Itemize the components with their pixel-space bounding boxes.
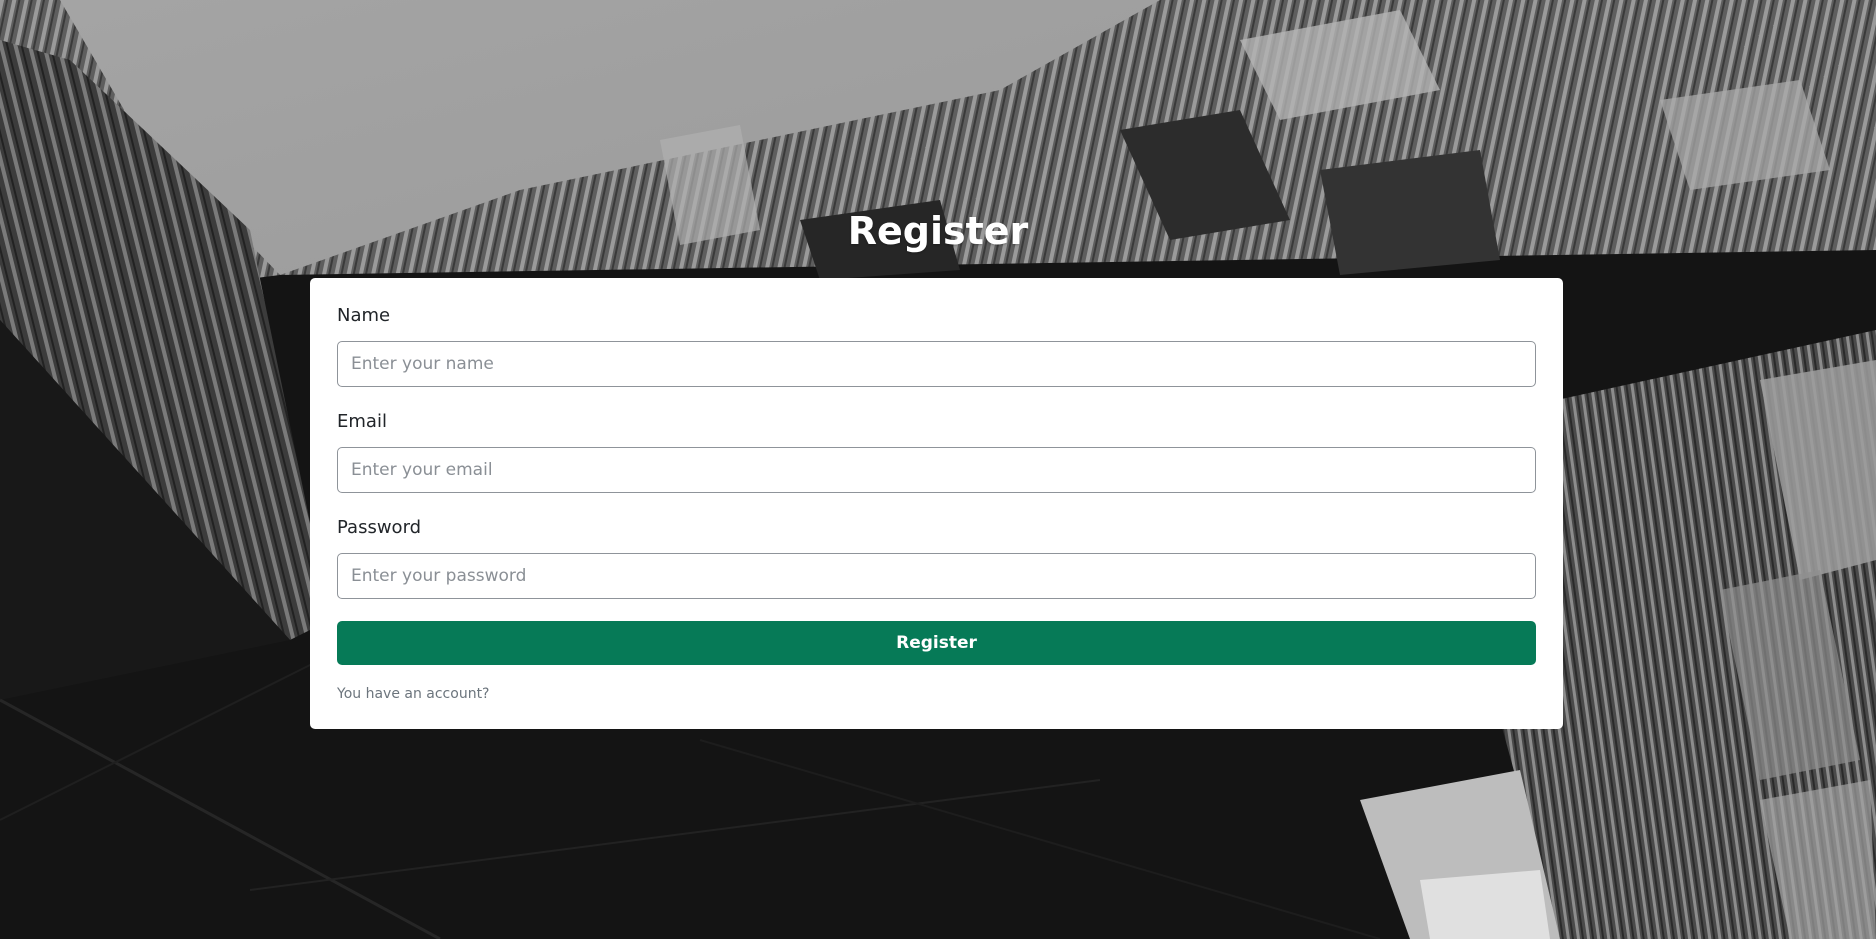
password-field-group: Password: [337, 517, 1536, 599]
register-form-card: Name Email Password Register You have an…: [310, 278, 1563, 729]
register-button[interactable]: Register: [337, 621, 1536, 665]
email-input[interactable]: [337, 447, 1536, 493]
name-label: Name: [337, 305, 391, 326]
login-link[interactable]: You have an account?: [337, 685, 490, 703]
page-title: Register: [847, 209, 1029, 253]
email-field-group: Email: [337, 411, 1536, 493]
name-field-group: Name: [337, 305, 1536, 387]
email-label: Email: [337, 411, 387, 432]
name-input[interactable]: [337, 341, 1536, 387]
password-input[interactable]: [337, 553, 1536, 599]
password-label: Password: [337, 517, 422, 538]
